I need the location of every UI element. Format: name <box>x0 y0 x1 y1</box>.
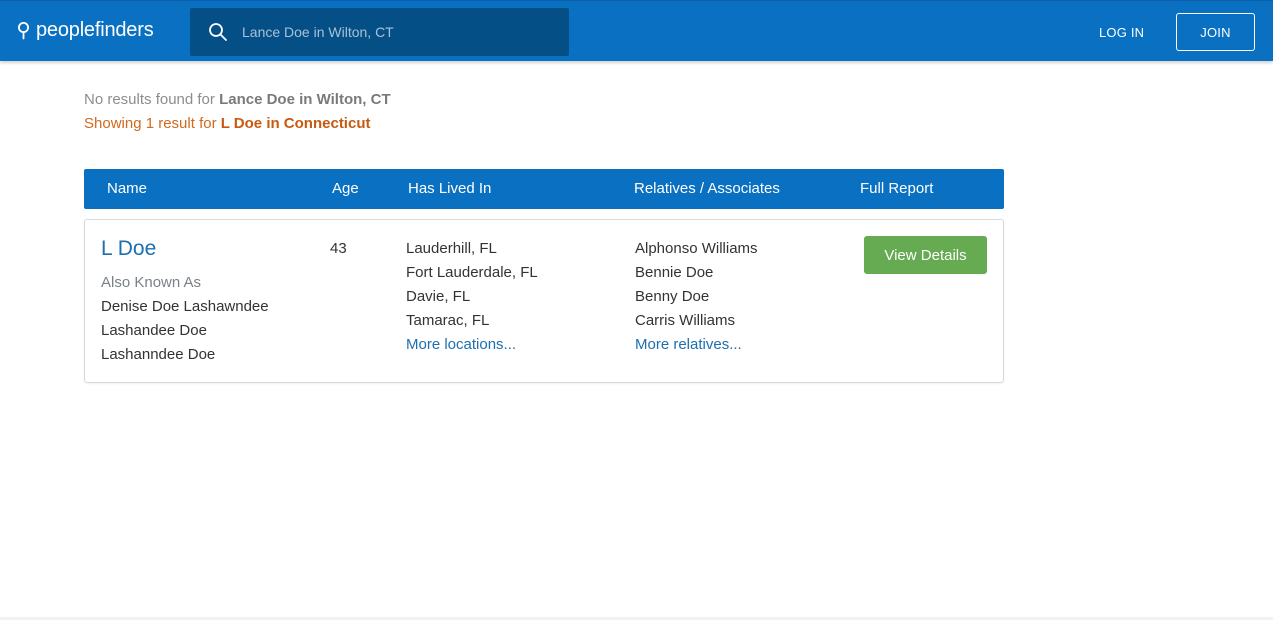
login-link[interactable]: LOG IN <box>1099 25 1144 40</box>
results-table-header: Name Age Has Lived In Relatives / Associ… <box>84 169 1004 209</box>
no-results-query: Lance Doe in Wilton, CT <box>219 91 391 108</box>
view-details-button[interactable]: View Details <box>864 236 987 274</box>
brand-logo[interactable]: peoplefinders <box>17 19 154 42</box>
relative-item: Alphonso Williams <box>635 240 758 257</box>
location-item: Fort Lauderdale, FL <box>406 264 538 281</box>
header-has-lived-in: Has Lived In <box>408 180 492 197</box>
locations-list: Lauderhill, FL Fort Lauderdale, FL Davie… <box>406 237 538 357</box>
more-relatives-link[interactable]: More relatives... <box>635 336 742 353</box>
result-card: L Doe Also Known As Denise Doe Lashawnde… <box>84 219 1004 383</box>
also-known-as-label: Also Known As <box>101 274 202 291</box>
header-relatives: Relatives / Associates <box>634 180 780 197</box>
person-name-link[interactable]: L Doe <box>101 237 156 261</box>
search-icon[interactable] <box>208 22 228 42</box>
location-item: Tamarac, FL <box>406 312 490 329</box>
relative-item: Carris Williams <box>635 312 735 329</box>
join-button[interactable]: JOIN <box>1176 13 1255 51</box>
top-navigation-bar: peoplefinders LOG IN JOIN <box>0 0 1273 61</box>
showing-results-query: L Doe in Connecticut <box>220 115 371 132</box>
header-age: Age <box>332 180 359 197</box>
no-results-message: No results found for Lance Doe in Wilton… <box>84 91 391 108</box>
alias-item: Lashanndee Doe <box>101 346 216 363</box>
search-input[interactable] <box>240 23 540 41</box>
location-item: Davie, FL <box>406 288 471 305</box>
showing-results-message: Showing 1 result for L Doe in Connecticu… <box>84 115 370 132</box>
aliases-list: Denise Doe Lashawndee Lashandee Doe Lash… <box>101 295 269 367</box>
showing-results-prefix: Showing 1 result for <box>84 115 221 132</box>
brand-name: peoplefinders <box>36 19 154 41</box>
alias-item: Denise Doe Lashawndee <box>101 298 269 315</box>
relative-item: Benny Doe <box>635 288 710 305</box>
header-full-report: Full Report <box>860 180 934 197</box>
relative-item: Bennie Doe <box>635 264 714 281</box>
age-value: 43 <box>330 240 347 257</box>
search-box[interactable] <box>190 8 569 56</box>
location-item: Lauderhill, FL <box>406 240 497 257</box>
location-pin-icon <box>17 21 30 41</box>
relatives-list: Alphonso Williams Bennie Doe Benny Doe C… <box>635 237 758 357</box>
header-name: Name <box>107 180 148 197</box>
more-locations-link[interactable]: More locations... <box>406 336 516 353</box>
alias-item: Lashandee Doe <box>101 322 207 339</box>
no-results-prefix: No results found for <box>84 91 220 108</box>
